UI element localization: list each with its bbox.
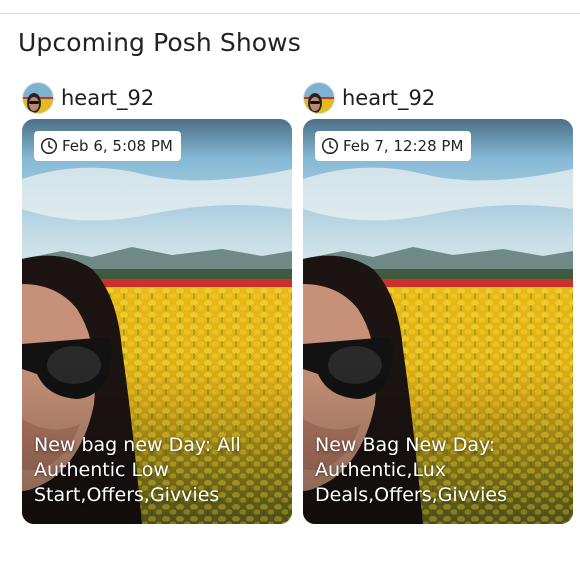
avatar xyxy=(303,82,335,114)
clock-icon xyxy=(40,137,58,155)
show-thumbnail[interactable]: Feb 6, 5:08 PM New bag new Day: All Auth… xyxy=(22,119,292,524)
clock-icon xyxy=(321,137,339,155)
show-title: New Bag New Day: Authentic,Lux Deals,Off… xyxy=(315,434,508,506)
section-title: Upcoming Posh Shows xyxy=(18,28,301,57)
host-name[interactable]: heart_92 xyxy=(61,86,154,110)
host-link[interactable]: heart_92 xyxy=(22,80,154,116)
date-badge: Feb 7, 12:28 PM xyxy=(315,131,472,161)
avatar xyxy=(22,82,54,114)
top-divider xyxy=(0,13,580,14)
show-date: Feb 7, 12:28 PM xyxy=(343,137,464,155)
show-title: New bag new Day: All Authentic Low Start… xyxy=(34,434,241,506)
host-name[interactable]: heart_92 xyxy=(342,86,435,110)
host-link[interactable]: heart_92 xyxy=(303,80,435,116)
show-date: Feb 6, 5:08 PM xyxy=(62,137,173,155)
show-thumbnail[interactable]: Feb 7, 12:28 PM New Bag New Day: Authent… xyxy=(303,119,573,524)
date-badge: Feb 6, 5:08 PM xyxy=(34,131,181,161)
